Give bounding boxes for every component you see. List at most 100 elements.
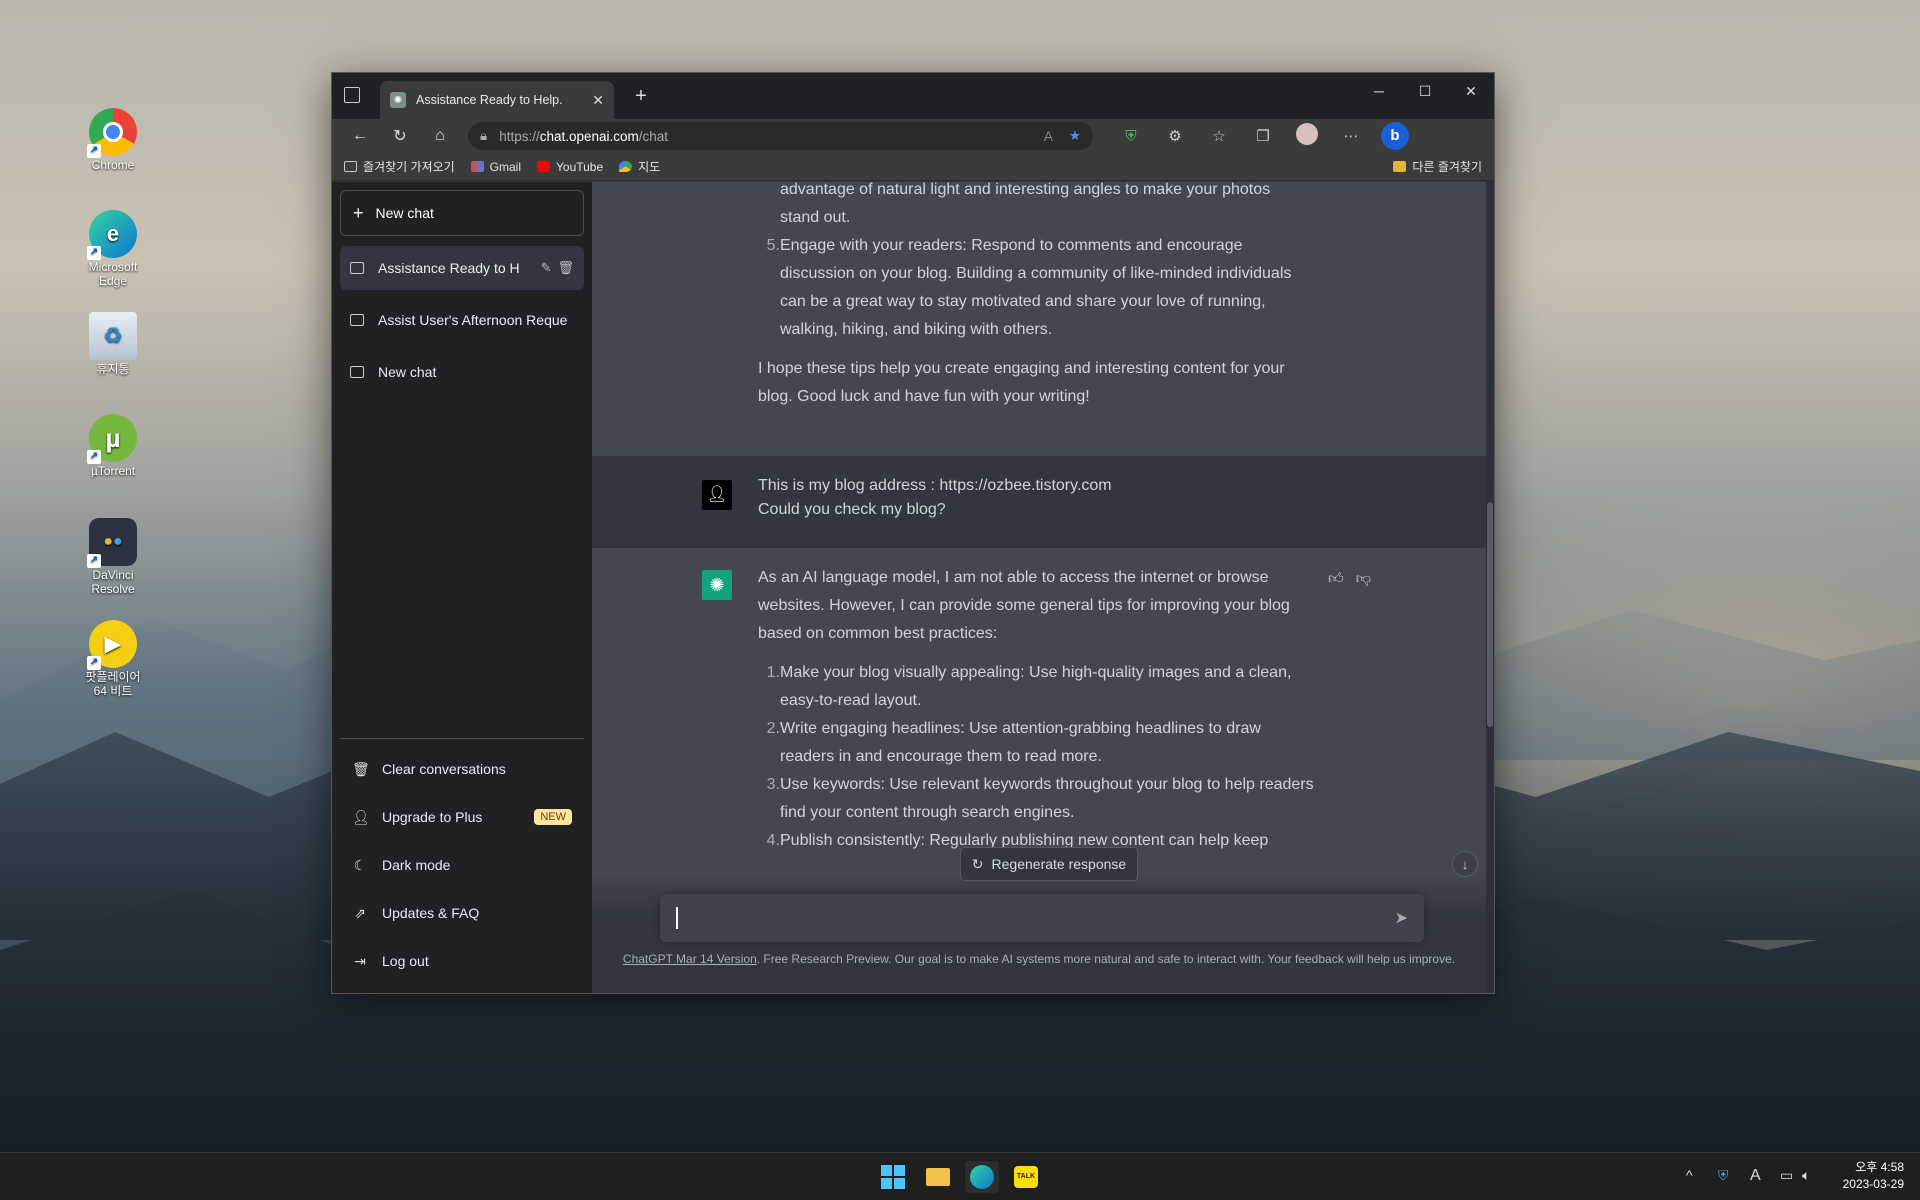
address-bar[interactable]: 🔒︎ https://chat.openai.com/chat A ★ xyxy=(468,122,1093,150)
desktop-icon-recycle-bin[interactable]: ♻ 휴지통 xyxy=(80,312,146,376)
clear-conversations-button[interactable]: 🗑︎ Clear conversations xyxy=(340,745,584,793)
message-content: This is my blog address : https://ozbee.… xyxy=(758,474,1318,522)
extensions-icon[interactable]: ⚙ xyxy=(1153,127,1197,145)
dark-mode-button[interactable]: ☾ Dark mode xyxy=(340,841,584,889)
file-explorer-icon[interactable] xyxy=(921,1161,955,1193)
url-scheme: https:// xyxy=(499,128,540,144)
thumbs-up-icon[interactable]: 👍︎ xyxy=(1328,570,1356,587)
network-icon[interactable]: ▭ xyxy=(1780,1167,1793,1184)
tab-actions-icon[interactable] xyxy=(344,87,360,103)
desktop-icon-edge[interactable]: e ↗ Microsoft Edge xyxy=(80,210,146,288)
version-link[interactable]: ChatGPT Mar 14 Version xyxy=(623,952,757,966)
favorite-star-icon[interactable]: ★ xyxy=(1069,128,1081,144)
security-shield-icon[interactable]: ⛨ xyxy=(1718,1167,1729,1184)
ime-indicator[interactable]: A xyxy=(1750,1167,1761,1185)
other-favorites[interactable]: 다른 즐겨찾기 xyxy=(1393,158,1482,175)
collections-icon[interactable]: ❐ xyxy=(1241,127,1285,145)
bookmark-label: Gmail xyxy=(489,159,521,174)
message-content: As an AI language model, I am not able t… xyxy=(758,564,1318,855)
list-number: 5. xyxy=(766,237,780,254)
favorites-icon[interactable]: ☆ xyxy=(1197,127,1241,145)
close-window-icon[interactable]: ✕ xyxy=(1448,83,1494,100)
refresh-icon[interactable]: ↻ xyxy=(380,126,420,146)
message-text: stand out. xyxy=(780,209,851,226)
disclaimer-text: . Free Research Preview. Our goal is to … xyxy=(756,952,1456,966)
more-menu-icon[interactable]: ⋯ xyxy=(1329,127,1373,145)
regenerate-response-button[interactable]: ↻ Regenerate response xyxy=(960,847,1138,881)
recycle-bin-icon: ♻ xyxy=(89,312,137,360)
url-path: /chat xyxy=(638,128,669,144)
new-chat-label: New chat xyxy=(375,205,434,221)
scrollbar[interactable] xyxy=(1486,182,1494,993)
delete-icon[interactable]: 🗑︎ xyxy=(557,260,574,276)
close-tab-icon[interactable]: ✕ xyxy=(592,92,604,109)
maximize-icon[interactable]: ☐ xyxy=(1402,83,1448,100)
desktop-icon-label: 휴지통 xyxy=(96,362,130,376)
read-aloud-icon[interactable]: A xyxy=(1044,129,1053,144)
logout-icon: ⇥ xyxy=(354,952,366,969)
maps-icon xyxy=(619,161,633,172)
conversation-title: Assist User's Afternoon Reque xyxy=(378,312,568,328)
bookmarks-bar: 즐겨찾기 가져오기 Gmail YouTube 지도 다른 즐겨찾기 xyxy=(332,153,1494,181)
minimize-icon[interactable]: ─ xyxy=(1356,83,1402,99)
home-icon[interactable]: ⌂ xyxy=(420,127,460,145)
plus-icon: + xyxy=(353,202,364,223)
scrollbar-thumb[interactable] xyxy=(1487,502,1493,727)
browser-tab[interactable]: ✺ Assistance Ready to Help. ✕ xyxy=(380,81,614,119)
list-number: 4. xyxy=(766,832,780,849)
sidebar-conversation-active[interactable]: Assistance Ready to H ✎ 🗑︎ xyxy=(340,246,584,290)
bookmark-label: YouTube xyxy=(556,159,604,174)
refresh-icon: ↻ xyxy=(971,855,984,872)
bookmark-gmail[interactable]: Gmail xyxy=(470,159,521,174)
log-out-button[interactable]: ⇥ Log out xyxy=(340,937,584,985)
url-host: chat.openai.com xyxy=(539,128,639,144)
adblock-shield-icon[interactable]: ⛨ xyxy=(1109,128,1153,145)
bookmark-maps[interactable]: 지도 xyxy=(619,158,660,175)
potplayer-icon: ▶ ↗ xyxy=(87,620,137,670)
chat-main: advantage of natural light and interesti… xyxy=(592,182,1494,993)
kakaotalk-icon[interactable]: TALK xyxy=(1009,1161,1043,1193)
list-item: 3. Use keywords: Use relevant keywords th… xyxy=(758,771,1318,827)
chrome-icon: ↗ xyxy=(87,108,137,158)
volume-icon[interactable]: 🔈︎ xyxy=(1802,1167,1810,1184)
desktop-icon-potplayer[interactable]: ▶ ↗ 팟플레이어 64 비트 xyxy=(80,620,146,698)
back-icon[interactable]: ← xyxy=(340,127,380,145)
edge-taskbar-icon[interactable] xyxy=(965,1161,999,1193)
new-chat-button[interactable]: + New chat xyxy=(340,190,584,236)
message-text: Use keywords: Use relevant keywords thro… xyxy=(780,776,1314,821)
message-text: As an AI language model, I am not able t… xyxy=(758,569,1290,642)
desktop-icon-label: 팟플레이어 64 비트 xyxy=(85,670,141,698)
conversation-title: New chat xyxy=(378,364,437,380)
new-badge: NEW xyxy=(534,809,572,825)
title-bar: ✺ Assistance Ready to Help. ✕ + ─ ☐ ✕ xyxy=(332,73,1494,119)
message-input[interactable]: ➤ xyxy=(660,894,1424,942)
list-number: 1. xyxy=(766,664,780,681)
updates-faq-link[interactable]: ⇗ Updates & FAQ xyxy=(340,889,584,937)
send-icon[interactable]: ➤ xyxy=(1395,908,1408,928)
chatgpt-app: + New chat Assistance Ready to H ✎ 🗑︎ Ass… xyxy=(332,182,1494,993)
new-tab-icon[interactable]: + xyxy=(628,85,654,108)
desktop-icon-davinci[interactable]: ● ● ↗ DaVinci Resolve xyxy=(80,518,146,596)
edit-icon[interactable]: ✎ xyxy=(541,260,552,276)
desktop-icon-utorrent[interactable]: µ ↗ µTorrent xyxy=(80,414,146,478)
list-item: 5. Engage with your readers: Respond to c… xyxy=(758,232,1318,344)
tray-overflow-icon[interactable]: ^ xyxy=(1686,1167,1693,1183)
tab-title: Assistance Ready to Help. xyxy=(416,93,563,107)
tips-list: 1. Make your blog visually appealing: Use… xyxy=(758,659,1318,855)
upgrade-to-plus-button[interactable]: 👤︎ Upgrade to Plus NEW xyxy=(340,793,584,841)
bookmark-youtube[interactable]: YouTube xyxy=(537,160,603,174)
system-clock[interactable]: 오후 4:58 2023-03-29 xyxy=(1843,1159,1904,1193)
thumbs-down-icon[interactable]: 👎︎ xyxy=(1356,570,1383,587)
profile-avatar[interactable] xyxy=(1285,123,1329,149)
desktop-icon-chrome[interactable]: ↗ Chrome xyxy=(80,108,146,172)
bing-icon[interactable]: b xyxy=(1373,122,1417,150)
scroll-down-icon[interactable]: ↓ xyxy=(1452,851,1478,877)
sidebar-conversation[interactable]: New chat xyxy=(340,350,584,394)
list-number: 2. xyxy=(766,720,780,737)
bookmark-label: 지도 xyxy=(638,160,661,174)
bookmark-import[interactable]: 즐겨찾기 가져오기 xyxy=(344,158,455,175)
clock-date: 2023-03-29 xyxy=(1842,1177,1904,1191)
start-icon[interactable] xyxy=(876,1161,910,1193)
menu-label: Dark mode xyxy=(382,857,451,873)
sidebar-conversation[interactable]: Assist User's Afternoon Reque xyxy=(340,298,584,342)
